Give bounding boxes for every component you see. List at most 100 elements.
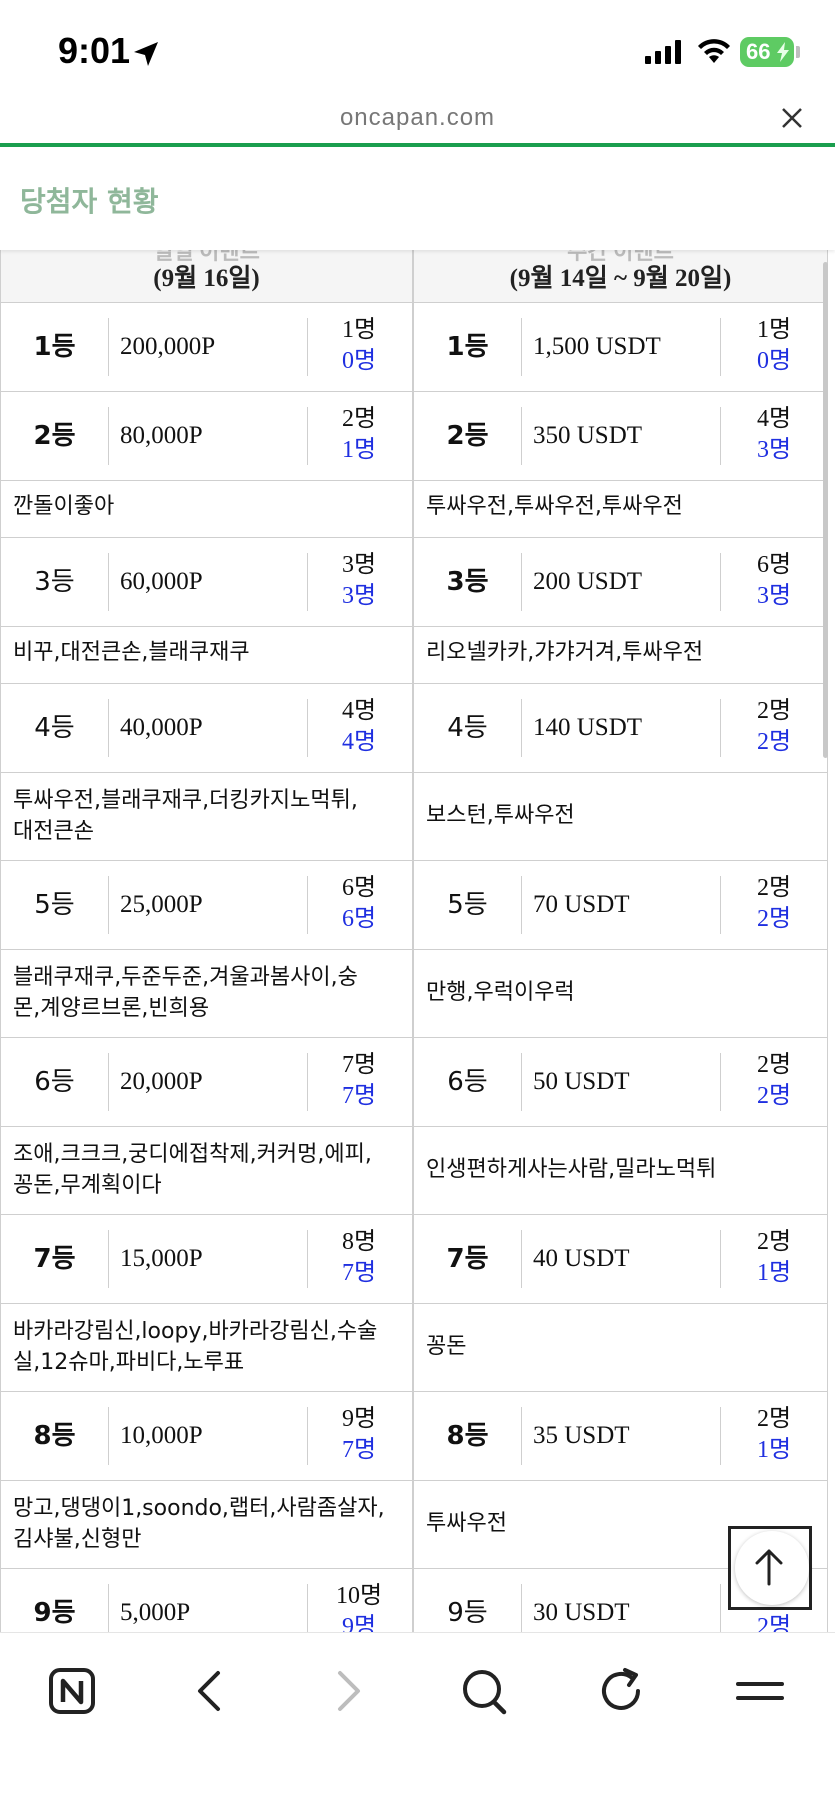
total-winners: 2명 [341, 406, 377, 432]
winners-content[interactable]: 일일 이벤트 (9월 16일) 1등 200,000P 1명 0명 2등 80,000P 2… [0, 250, 835, 1632]
close-icon[interactable] [778, 104, 806, 132]
winner-count: 6명 3명 [734, 550, 814, 612]
daily-event-title-cut: 일일 이벤트 [153, 250, 260, 264]
winner-names-line: 투싸우전,투싸우전,투싸우전 [426, 494, 683, 519]
total-winners: 10명 [335, 1583, 383, 1609]
cell-divider [108, 1584, 109, 1632]
clock: 9:01 [58, 30, 131, 71]
cell-divider [720, 699, 721, 757]
battery-cap [796, 46, 800, 58]
winner-count: 4명 3명 [734, 404, 814, 466]
winner-names-line: 꽁돈 [426, 1334, 467, 1359]
right-prize-row: 8등 35 USDT 2명 1명 [413, 1392, 828, 1481]
forward-icon[interactable] [318, 1661, 378, 1721]
url-text[interactable]: oncapan.com [0, 104, 835, 132]
prize-amount: 20,000P [120, 1068, 203, 1095]
cell-divider [720, 553, 721, 611]
winner-count: 3명 3명 [319, 550, 399, 612]
scrollbar[interactable] [823, 262, 828, 758]
left-prize-row: 2등 80,000P 2명 1명 [0, 392, 413, 481]
rank-label: 2등 [446, 421, 489, 451]
awarded-winners: 2명 [756, 1083, 792, 1109]
browser-toolbar [0, 1632, 835, 1809]
awarded-winners: 7명 [341, 1260, 377, 1286]
cell-divider [720, 1230, 721, 1288]
awarded-winners: 2명 [756, 906, 792, 932]
charging-bolt-icon [777, 42, 789, 62]
cell-divider [108, 1053, 109, 1111]
right-winner-names: 보스턴,투싸우전 [413, 773, 828, 861]
cell-divider [720, 1407, 721, 1465]
cell-divider [307, 318, 308, 376]
right-prize-row: 4등 140 USDT 2명 2명 [413, 684, 828, 773]
winner-names-line: 조애,크크크,궁디에접착제,커커멍,에피, [13, 1142, 372, 1167]
prize-amount: 60,000P [120, 568, 203, 595]
winner-count: 7명 7명 [319, 1050, 399, 1112]
rank-label: 8등 [446, 1421, 489, 1451]
winner-count: 6명 6명 [319, 873, 399, 935]
cell-divider [521, 1230, 522, 1288]
status-bar: 9:01 66 [0, 0, 835, 100]
cell-divider [108, 1407, 109, 1465]
search-icon[interactable] [455, 1661, 515, 1721]
naver-home-icon[interactable] [43, 1661, 103, 1721]
right-winner-names: 만행,우럭이우럭 [413, 950, 828, 1038]
winner-names-line: 망고,댕댕이1,soondo,랩터,사람좀살자, [13, 1496, 385, 1521]
rank-label: 9등 [33, 1598, 76, 1628]
cell-divider [521, 1053, 522, 1111]
total-winners: 2명 [756, 1406, 792, 1432]
back-icon[interactable] [180, 1661, 240, 1721]
prize-amount: 5,000P [120, 1599, 191, 1626]
left-prize-row: 1등 200,000P 1명 0명 [0, 303, 413, 392]
cell-divider [307, 1230, 308, 1288]
awarded-winners: 1명 [756, 1260, 792, 1286]
menu-icon[interactable] [730, 1661, 790, 1721]
prize-amount: 200,000P [120, 333, 216, 360]
cell-divider [521, 318, 522, 376]
right-winner-names: 리오넬카카,갸갸거겨,투싸우전 [413, 627, 828, 684]
winner-count: 2명2명 [734, 1050, 814, 1112]
weekly-event-date: (9월 14일 ~ 9월 20일) [509, 265, 732, 292]
winner-count: 2명2명 [734, 873, 814, 935]
left-prize-row: 6등 20,000P 7명 7명 [0, 1038, 413, 1127]
total-winners: 8명 [341, 1229, 377, 1255]
total-winners: 9명 [341, 1406, 377, 1432]
awarded-winners: 2명 [756, 729, 792, 755]
left-winner-names: 바카라강림신,loopy,바카라강림신,수술 실,12슈마,파비다,노루표 [0, 1304, 413, 1392]
winner-names-line: 만행,우럭이우럭 [426, 980, 575, 1005]
reload-icon[interactable] [592, 1661, 652, 1721]
rank-label: 5등 [34, 890, 75, 920]
awarded-winners: 3명 [756, 583, 792, 609]
winner-count: 8명 7명 [319, 1227, 399, 1289]
awarded-winners: 7명 [341, 1083, 377, 1109]
left-prize-row: 7등 15,000P 8명 7명 [0, 1215, 413, 1304]
awarded-winners: 4명 [341, 729, 377, 755]
left-prize-row: 4등 40,000P 4명 4명 [0, 684, 413, 773]
total-winners: 2명 [756, 1229, 792, 1255]
winner-count: 2명 1명 [734, 1227, 814, 1289]
awarded-winners: 3명 [756, 437, 792, 463]
awarded-winners: 2명 [756, 1614, 792, 1632]
total-winners: 4명 [756, 406, 792, 432]
left-winner-names: 블래쿠재쿠,두준두준,겨울과봄사이,숭 몬,계양르브론,빈희용 [0, 950, 413, 1038]
rank-label: 8등 [33, 1421, 76, 1451]
scroll-to-top-button[interactable] [728, 1526, 812, 1610]
winner-names-line: 투싸우전,블래쿠재쿠,더킹카지노먹튀, [13, 788, 358, 813]
cell-divider [720, 318, 721, 376]
left-winner-names: 깐돌이좋아 [0, 481, 413, 538]
cellular-signal-icon [645, 40, 681, 64]
awarded-winners: 7명 [341, 1437, 377, 1463]
prize-amount: 40 USDT [533, 1245, 630, 1272]
cell-divider [108, 553, 109, 611]
url-bar[interactable]: oncapan.com [0, 100, 835, 144]
rank-label: 7등 [33, 1244, 76, 1274]
right-winner-names: 투싸우전,투싸우전,투싸우전 [413, 481, 828, 538]
winner-names-line: 꽁돈,무계획이다 [13, 1173, 162, 1198]
right-winner-names: 인생편하게사는사람,밀라노먹튀 [413, 1127, 828, 1215]
cell-divider [521, 876, 522, 934]
awarded-winners: 0명 [341, 348, 377, 374]
cell-divider [521, 1584, 522, 1632]
cell-divider [521, 699, 522, 757]
cell-divider [108, 407, 109, 465]
prize-amount: 140 USDT [533, 714, 643, 741]
